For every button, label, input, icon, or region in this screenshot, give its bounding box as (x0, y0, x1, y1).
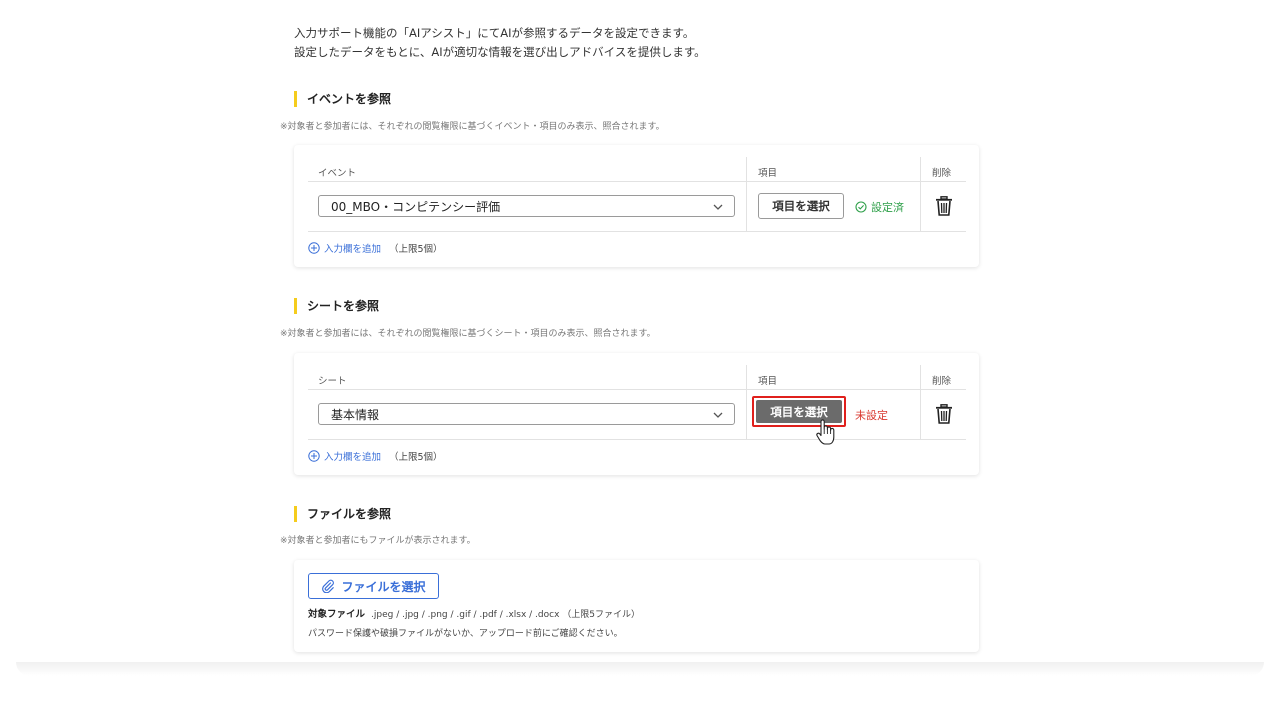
event-card: イベント 項目 削除 00_MBO・コンピテンシー評価 項目を選択 設定済 入力… (294, 145, 979, 267)
event-select[interactable]: 00_MBO・コンピテンシー評価 (318, 195, 735, 217)
file-types: 対象ファイル .jpeg / .jpg / .png / .gif / .pdf … (308, 606, 640, 620)
add-input-limit: （上限5個） (389, 452, 443, 463)
paperclip-icon (322, 579, 335, 593)
sheet-section-note: ※対象者と参加者には、それぞれの閲覧権限に基づくシート・項目のみ表示、照合されま… (280, 329, 656, 339)
select-file-button[interactable]: ファイルを選択 (308, 573, 439, 599)
status-badge: 設定済 (855, 199, 904, 215)
event-section-header: イベントを参照 (294, 90, 391, 107)
col-divider (920, 365, 921, 440)
header-divider (308, 181, 966, 182)
file-section-header: ファイルを参照 (294, 505, 391, 522)
col-head-sheet: シート (318, 376, 347, 387)
add-input-link[interactable]: 入力欄を追加 (324, 449, 381, 463)
col-head-delete: 削除 (932, 376, 952, 387)
col-divider (746, 157, 747, 232)
select-items-button[interactable]: 項目を選択 (758, 193, 844, 219)
intro-text: 入力サポート機能の「AIアシスト」にてAIが参照するデータを設定できます。 設定… (294, 24, 706, 62)
trash-icon[interactable] (935, 196, 953, 216)
section-accent-bar (294, 90, 297, 107)
row-divider (308, 231, 966, 232)
plus-circle-icon (308, 450, 320, 462)
trash-icon[interactable] (935, 404, 953, 424)
status-badge: 未設定 (855, 407, 888, 423)
section-accent-bar (294, 505, 297, 522)
chevron-down-icon (713, 412, 723, 418)
add-input-limit: （上限5個） (389, 244, 443, 255)
intro-line-2: 設定したデータをもとに、AIが適切な情報を選び出しアドバイスを提供します。 (294, 45, 706, 59)
header-divider (308, 389, 966, 390)
sheet-section-title: シートを参照 (307, 299, 380, 313)
add-input-link[interactable]: 入力欄を追加 (324, 241, 381, 255)
event-select-value: 00_MBO・コンピテンシー評価 (331, 199, 501, 214)
check-circle-icon (855, 201, 867, 213)
sheet-select-value: 基本情報 (331, 407, 380, 422)
status-text: 設定済 (871, 201, 904, 214)
sheet-card: シート 項目 削除 基本情報 項目を選択 未設定 入力欄を追加 （上限5個） (294, 353, 979, 475)
chevron-down-icon (713, 204, 723, 210)
intro-line-1: 入力サポート機能の「AIアシスト」にてAIが参照するデータを設定できます。 (294, 26, 695, 40)
status-text: 未設定 (855, 409, 888, 422)
file-section-note: ※対象者と参加者にもファイルが表示されます。 (280, 536, 476, 546)
event-section-note: ※対象者と参加者には、それぞれの閲覧権限に基づくイベント・項目のみ表示、照合され… (280, 122, 665, 132)
add-input-row[interactable]: 入力欄を追加 （上限5個） (308, 449, 443, 463)
col-divider (746, 365, 747, 440)
add-input-row[interactable]: 入力欄を追加 （上限5個） (308, 241, 443, 255)
col-head-item: 項目 (758, 376, 778, 387)
row-divider (308, 439, 966, 440)
section-accent-bar (294, 297, 297, 314)
hand-pointer-cursor (816, 419, 835, 445)
col-head-delete: 削除 (932, 168, 952, 179)
file-types-value: .jpeg / .jpg / .png / .gif / .pdf / .xls… (371, 610, 640, 620)
col-head-event: イベント (318, 168, 357, 179)
col-divider (920, 157, 921, 232)
file-section-title: ファイルを参照 (307, 507, 392, 521)
file-types-label: 対象ファイル (308, 609, 366, 620)
event-section-title: イベントを参照 (307, 92, 392, 106)
sheet-section-header: シートを参照 (294, 297, 379, 314)
plus-circle-icon (308, 242, 320, 254)
page-bottom-shadow (16, 662, 1264, 676)
select-file-label: ファイルを選択 (341, 579, 426, 594)
sheet-select[interactable]: 基本情報 (318, 403, 735, 425)
col-head-item: 項目 (758, 168, 778, 179)
file-card: ファイルを選択 対象ファイル .jpeg / .jpg / .png / .gif… (294, 560, 979, 652)
file-caution: パスワード保護や破損ファイルがないか、アップロード前にご確認ください。 (308, 629, 623, 639)
